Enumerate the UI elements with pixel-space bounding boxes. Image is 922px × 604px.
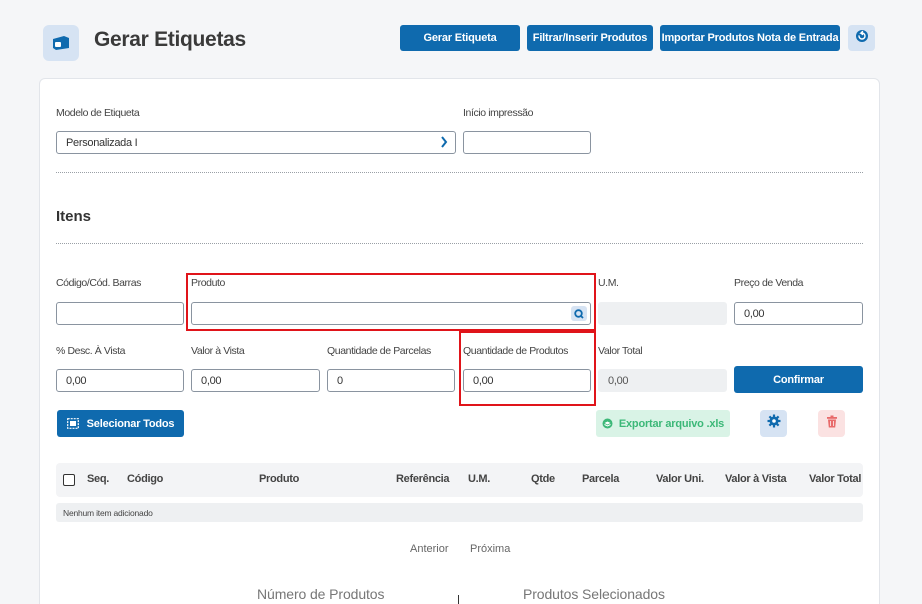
parcelas-input[interactable]: 0 (327, 369, 455, 392)
chevron-right-icon (440, 136, 448, 151)
col-valor-vista: Valor à Vista (725, 473, 787, 485)
modelo-label: Modelo de Etiqueta (56, 107, 140, 119)
valor-vista-input[interactable]: 0,00 (191, 369, 320, 392)
qtd-input[interactable]: 0,00 (463, 369, 591, 392)
um-input (598, 302, 727, 325)
col-parcela: Parcela (582, 473, 620, 485)
um-label: U.M. (598, 277, 619, 289)
desc-label: % Desc. À Vista (56, 345, 126, 357)
col-valor-uni: Valor Uni. (656, 473, 704, 485)
proxima-link[interactable]: Próxima (470, 543, 510, 555)
inicio-label: Início impressão (463, 107, 534, 119)
anterior-link[interactable]: Anterior (410, 543, 449, 555)
col-referencia: Referência (396, 473, 450, 485)
produto-input[interactable] (191, 302, 591, 325)
codigo-input[interactable] (56, 302, 184, 325)
col-um: U.M. (468, 473, 491, 485)
parcelas-label: Quantidade de Parcelas (327, 345, 431, 357)
select-all-icon (66, 418, 79, 429)
search-icon[interactable] (571, 306, 587, 321)
filtrar-inserir-produtos-button[interactable]: Filtrar/Inserir Produtos (527, 25, 653, 51)
gear-icon (767, 414, 781, 433)
divider (56, 243, 863, 244)
undo-icon (855, 29, 869, 48)
importar-nota-entrada-button[interactable]: Importar Produtos Nota de Entrada (660, 25, 840, 51)
undo-button[interactable] (848, 25, 875, 51)
inicio-input[interactable] (463, 131, 591, 154)
col-valor-total: Valor Total (809, 473, 862, 485)
confirmar-button[interactable]: Confirmar (734, 366, 863, 393)
page-title: Gerar Etiquetas (94, 28, 246, 51)
produtos-selecionados-label: Produtos Selecionados (523, 586, 665, 602)
exportar-xls-button[interactable]: Exportar arquivo .xls (596, 410, 730, 437)
modelo-value: Personalizada I (66, 136, 138, 149)
itens-title: Itens (56, 208, 92, 225)
stats-divider (458, 595, 459, 604)
exportar-label: Exportar arquivo .xls (618, 417, 725, 430)
gerar-etiqueta-button[interactable]: Gerar Etiqueta (400, 25, 520, 51)
selecionar-todos-button[interactable]: Selecionar Todos (57, 410, 184, 437)
preco-label: Preço de Venda (734, 277, 804, 289)
select-all-checkbox[interactable] (63, 474, 75, 486)
preco-input[interactable]: 0,00 (734, 302, 863, 325)
numero-produtos-label: Número de Produtos (257, 586, 385, 602)
valor-total-input: 0,00 (598, 369, 727, 392)
col-seq: Seq. (87, 473, 110, 485)
tag-icon (43, 25, 79, 61)
layers-icon (602, 418, 613, 429)
empty-table-message: Nenhum item adicionado (56, 503, 863, 522)
qtd-label: Quantidade de Produtos (463, 345, 569, 357)
produto-label: Produto (191, 277, 225, 289)
settings-button[interactable] (760, 410, 787, 437)
trash-icon (826, 415, 838, 433)
col-codigo: Código (127, 473, 164, 485)
codigo-label: Código/Cód. Barras (56, 277, 142, 289)
divider (56, 172, 863, 173)
col-produto: Produto (259, 473, 300, 485)
selecionar-todos-label: Selecionar Todos (86, 417, 175, 430)
delete-button[interactable] (818, 410, 845, 437)
modelo-select[interactable]: Personalizada I (56, 131, 456, 154)
col-qtde: Qtde (531, 473, 555, 485)
desc-input[interactable]: 0,00 (56, 369, 184, 392)
valor-vista-label: Valor à Vista (191, 345, 245, 357)
valor-total-label: Valor Total (598, 345, 643, 357)
